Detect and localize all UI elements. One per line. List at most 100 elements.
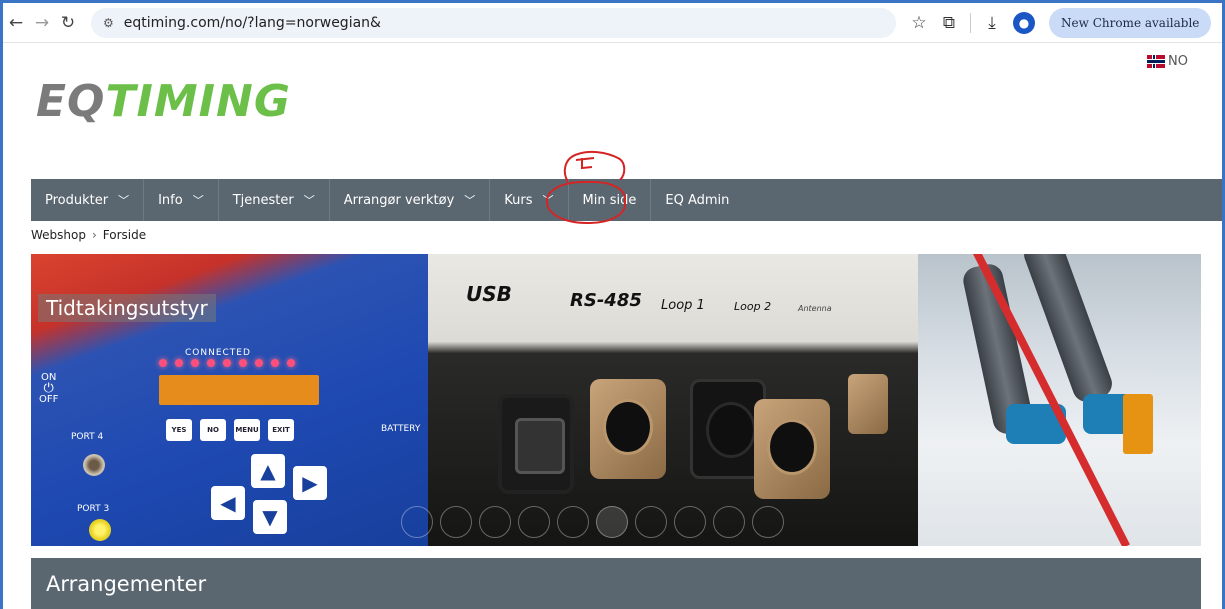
carousel-dot[interactable]: [518, 506, 550, 538]
port3-connector: [89, 519, 111, 541]
site-header: EQTIMING NO: [10, 44, 1222, 178]
led: [191, 359, 199, 367]
language-selector[interactable]: NO: [1147, 54, 1188, 69]
led: [159, 359, 167, 367]
chrome-update-button[interactable]: New Chrome available: [1049, 7, 1212, 38]
led-row: [159, 359, 295, 367]
nav-eq-admin[interactable]: EQ Admin: [651, 179, 743, 221]
antenna-label: Antenna: [798, 304, 832, 313]
power-icon: ⏻: [43, 381, 54, 396]
arrow-down-icon: ▼: [253, 500, 287, 534]
url-text: eqtiming.com/no/?lang=norwegian&: [123, 14, 381, 31]
connected-label: CONNECTED: [185, 348, 251, 358]
connector-hole: [706, 402, 756, 458]
main-navigation: Produkter ﹀ Info ﹀ Tjenester ﹀ Arrangør ver…: [31, 179, 1222, 221]
nav-label: Info: [158, 192, 183, 208]
chevron-down-icon: ﹀: [192, 194, 204, 207]
battery-label: BATTERY: [381, 424, 421, 434]
back-icon[interactable]: ←: [3, 10, 29, 36]
off-label: OFF: [39, 394, 59, 405]
skier-leg: [1020, 254, 1116, 406]
led: [239, 359, 247, 367]
carousel-dot[interactable]: [479, 506, 511, 538]
nav-label: EQ Admin: [665, 192, 730, 208]
carousel-dot[interactable]: [401, 506, 433, 538]
key-no: NO: [200, 419, 226, 441]
rs485-label: RS-485: [570, 290, 642, 311]
banner-panel-skier[interactable]: [918, 254, 1201, 546]
nav-info[interactable]: Info ﹀: [144, 179, 219, 221]
banner-panel-connectors[interactable]: USB RS-485 Loop 1 Loop 2 Antenna: [428, 254, 918, 546]
site-info-icon[interactable]: ⚙: [103, 16, 114, 30]
norway-flag-icon: [1147, 55, 1166, 68]
extensions-icon[interactable]: ⧉: [934, 8, 964, 38]
chevron-down-icon: ﹀: [118, 194, 130, 207]
carousel-dot[interactable]: [557, 506, 589, 538]
breadcrumb-forside: Forside: [102, 228, 147, 242]
breadcrumb-webshop[interactable]: Webshop: [31, 228, 86, 242]
carousel-dot[interactable]: [752, 506, 784, 538]
nav-min-side[interactable]: Min side: [569, 179, 652, 221]
carousel-dot[interactable]: [674, 506, 706, 538]
arrow-up-icon: ▲: [251, 454, 285, 488]
led: [271, 359, 279, 367]
bookmark-star-icon[interactable]: ☆: [904, 8, 934, 38]
banner-label: Tidtakingsutstyr: [38, 294, 216, 322]
arrow-right-icon: ▶: [293, 466, 327, 500]
nav-tjenester[interactable]: Tjenester ﹀: [219, 179, 330, 221]
carousel-dot[interactable]: [635, 506, 667, 538]
led: [287, 359, 295, 367]
port4-connector: [83, 454, 105, 476]
reload-icon[interactable]: ↻: [55, 10, 81, 36]
chevron-down-icon: ﹀: [464, 194, 476, 207]
section-title: Arrangementer: [46, 571, 207, 596]
connector-hole: [515, 418, 565, 474]
power-switch: ON ⏻ OFF: [39, 372, 58, 405]
download-icon[interactable]: ⤓: [977, 8, 1007, 38]
nav-label: Min side: [582, 192, 637, 208]
chevron-down-icon: ﹀: [303, 194, 315, 207]
logo-timing: TIMING: [105, 76, 291, 127]
antenna-connector: [848, 374, 888, 434]
carousel-dot[interactable]: [440, 506, 472, 538]
nav-label: Tjenester: [232, 192, 294, 208]
carousel-dot[interactable]: [596, 506, 628, 538]
toolbar-actions: ☆ ⧉ ⤓ ● New Chrome available: [904, 7, 1212, 38]
carousel-dot[interactable]: [713, 506, 745, 538]
port3-label: PORT 3: [77, 504, 110, 514]
led: [175, 359, 183, 367]
nav-produkter[interactable]: Produkter ﹀: [31, 179, 145, 221]
led: [255, 359, 263, 367]
eqtiming-logo[interactable]: EQTIMING: [36, 76, 291, 127]
nav-kurs[interactable]: Kurs ﹀: [490, 179, 569, 221]
loop2-connector: [754, 399, 830, 499]
key-exit: EXIT: [268, 419, 294, 441]
address-bar[interactable]: ⚙ eqtiming.com/no/?lang=norwegian&: [91, 7, 896, 38]
loop2-label: Loop 2: [734, 300, 772, 313]
connector-hole: [767, 419, 817, 475]
nav-label: Kurs: [504, 192, 533, 208]
device-keypad: YES NO MENU EXIT: [166, 419, 294, 441]
nav-label: Produkter: [45, 192, 109, 208]
usb-connector: [498, 394, 574, 494]
carousel-indicators: [401, 506, 784, 538]
led: [207, 359, 215, 367]
profile-icon[interactable]: ●: [1013, 11, 1035, 34]
language-code: NO: [1168, 54, 1188, 69]
connector-hole: [603, 399, 653, 455]
rs485-connector: [590, 379, 666, 479]
breadcrumb: Webshop › Forside: [31, 228, 146, 242]
chevron-down-icon: ﹀: [542, 194, 554, 207]
loop1-label: Loop 1: [661, 298, 705, 313]
nav-arrangor-verktoy[interactable]: Arrangør verktøy ﹀: [330, 179, 491, 221]
led: [223, 359, 231, 367]
banner-panel-timing-device[interactable]: Tidtakingsutstyr CONNECTED ON ⏻ OFF YES …: [31, 254, 428, 546]
banner-carousel[interactable]: Tidtakingsutstyr CONNECTED ON ⏻ OFF YES …: [31, 254, 1201, 546]
device-display: [159, 375, 319, 405]
toolbar-divider: [970, 12, 971, 33]
timing-sensor: [1123, 394, 1153, 454]
forward-icon[interactable]: →: [29, 10, 55, 36]
key-menu: MENU: [234, 419, 260, 441]
nav-label: Arrangør verktøy: [343, 192, 455, 208]
usb-label: USB: [466, 282, 512, 306]
